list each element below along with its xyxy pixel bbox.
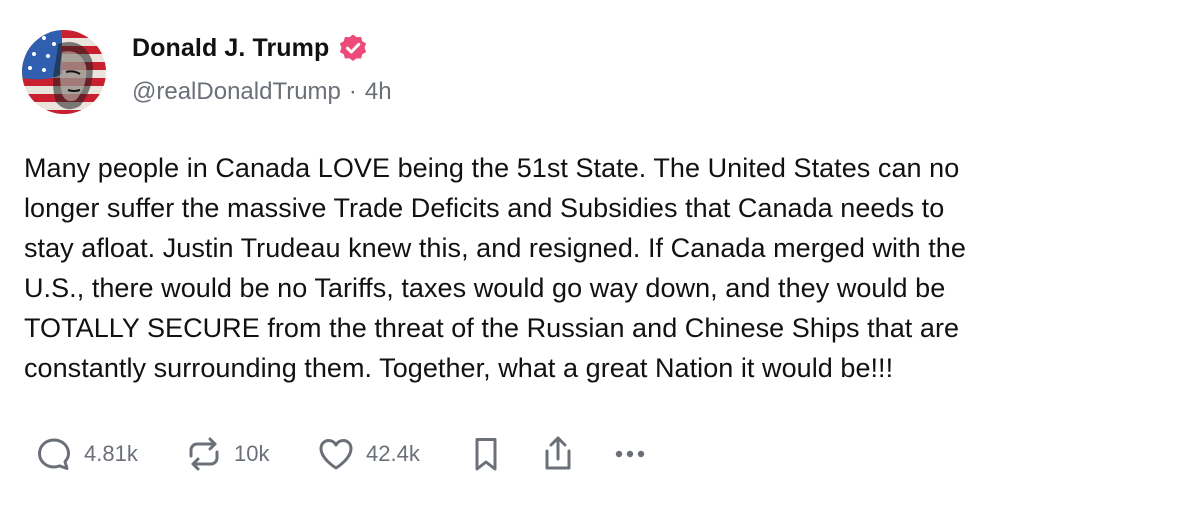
more-button[interactable]: [610, 434, 650, 474]
display-name[interactable]: Donald J. Trump: [132, 34, 329, 63]
handle[interactable]: @realDonaldTrump: [132, 78, 341, 106]
repost-count: 10k: [234, 441, 270, 466]
action-bar: 4.81k 10k 42.4k: [34, 434, 650, 474]
separator: ·: [348, 78, 357, 105]
flag-portrait-icon: [22, 30, 106, 114]
share-button[interactable]: [538, 434, 610, 474]
post-text: Many people in Canada LOVE being the 51s…: [24, 153, 966, 383]
author-block: Donald J. Trump @realDonaldTrump · 4h: [132, 30, 392, 106]
like-icon: [319, 439, 353, 470]
name-row: Donald J. Trump: [132, 30, 392, 66]
more-icon: [615, 450, 645, 458]
share-icon: [545, 436, 571, 470]
verified-badge-icon: [338, 33, 368, 63]
reply-button[interactable]: 4.81k: [34, 434, 184, 474]
reply-icon: [38, 438, 70, 470]
repost-icon: [189, 437, 219, 471]
repost-button[interactable]: 10k: [184, 434, 316, 474]
handle-row: @realDonaldTrump · 4h: [132, 78, 392, 106]
avatar[interactable]: [22, 30, 106, 114]
post-card: Donald J. Trump @realDonaldTrump · 4h Ma…: [0, 0, 1194, 512]
timestamp[interactable]: 4h: [365, 78, 392, 106]
reply-count: 4.81k: [84, 441, 138, 466]
like-button[interactable]: 42.4k: [316, 434, 466, 474]
bookmark-icon: [475, 438, 497, 471]
bookmark-button[interactable]: [466, 434, 538, 474]
like-count: 42.4k: [366, 441, 420, 466]
